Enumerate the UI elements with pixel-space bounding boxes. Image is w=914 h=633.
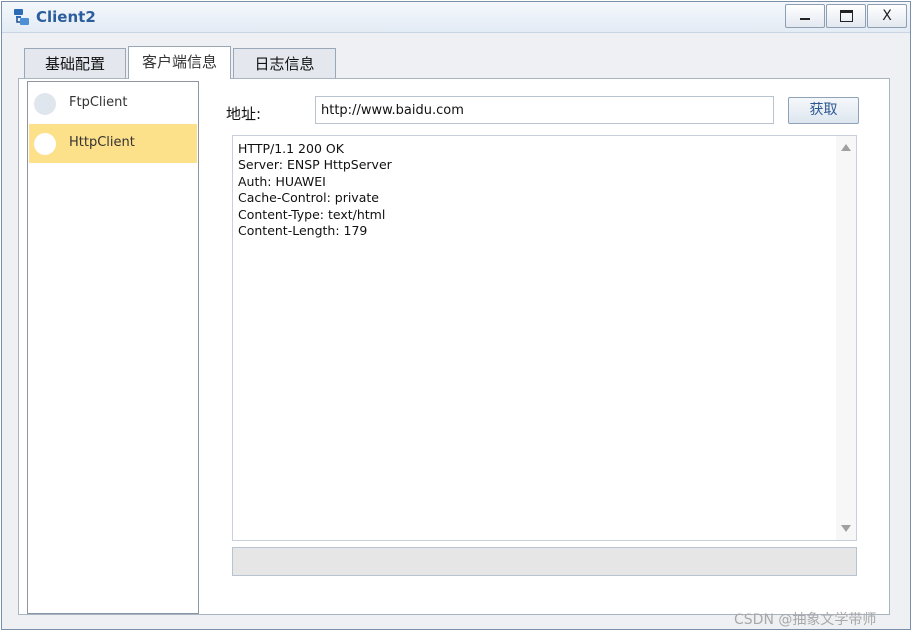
tab-client-info[interactable]: 客户端信息 (128, 46, 231, 79)
status-dot-icon (34, 133, 56, 155)
scroll-up-icon[interactable] (841, 144, 851, 151)
title-bar[interactable]: Client2 X (2, 2, 910, 33)
address-input[interactable] (315, 96, 774, 124)
list-item-httpclient[interactable]: HttpClient (29, 124, 197, 163)
fetch-button[interactable]: 获取 (788, 97, 859, 124)
client-info-panel: FtpClient HttpClient 地址: 获取 HTTP/1.1 200… (18, 78, 890, 615)
status-dot-icon (34, 93, 56, 115)
address-label: 地址: (226, 105, 262, 123)
window-title: Client2 (36, 8, 96, 26)
minimize-button[interactable] (785, 4, 825, 28)
vertical-scrollbar[interactable] (836, 136, 856, 540)
maximize-button[interactable] (826, 4, 866, 28)
list-item-ftpclient[interactable]: FtpClient (29, 84, 197, 123)
status-bar (232, 547, 857, 576)
tab-log-info[interactable]: 日志信息 (233, 48, 336, 78)
network-client-icon (14, 9, 29, 25)
response-text: HTTP/1.1 200 OK Server: ENSP HttpServer … (238, 141, 392, 239)
watermark: CSDN @抽象文学带师 (734, 612, 877, 628)
maximize-icon (839, 10, 853, 22)
client-window: Client2 X 基础配置 客户端信息 日志信息 FtpClient Http… (1, 1, 911, 630)
list-item-label: FtpClient (69, 95, 128, 110)
response-textarea[interactable]: HTTP/1.1 200 OK Server: ENSP HttpServer … (232, 135, 857, 541)
scroll-down-icon[interactable] (841, 525, 851, 532)
client-area: 基础配置 客户端信息 日志信息 FtpClient HttpClient 地址:… (10, 35, 898, 618)
list-item-label: HttpClient (69, 135, 135, 150)
close-button[interactable]: X (867, 4, 907, 28)
tab-basic-config[interactable]: 基础配置 (24, 48, 126, 78)
client-type-list: FtpClient HttpClient (27, 81, 199, 614)
minimize-icon (800, 18, 810, 20)
